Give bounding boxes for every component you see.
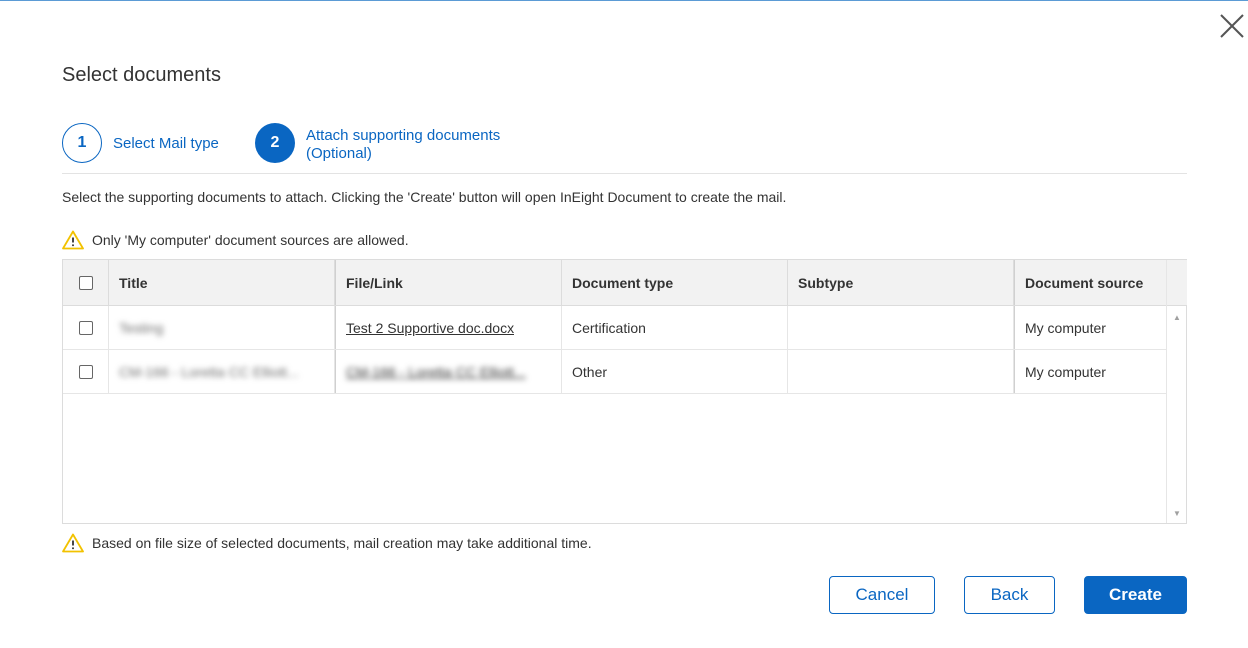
column-header-subtype[interactable]: Subtype	[788, 260, 1014, 305]
row-file-link[interactable]: CM-166 - Loretta CC Elliott...	[346, 364, 526, 380]
column-header-file-link[interactable]: File/Link	[335, 260, 562, 305]
row-title-cell: CM-166 - Loretta CC Elliott...	[109, 350, 335, 393]
step-2-number: 2	[255, 123, 295, 163]
row-document-source: My computer	[1014, 306, 1166, 349]
row-checkbox[interactable]	[78, 320, 93, 335]
row-file-cell: Test 2 Supportive doc.docx	[335, 306, 562, 349]
back-button[interactable]: Back	[964, 576, 1055, 614]
row-document-type: Other	[562, 350, 788, 393]
row-title-cell: Testing	[109, 306, 335, 349]
row-document-source: My computer	[1014, 350, 1166, 393]
row-checkbox[interactable]	[78, 364, 93, 379]
row-title: Testing	[119, 319, 164, 336]
table-row[interactable]: Testing Test 2 Supportive doc.docx Certi…	[63, 306, 1166, 350]
step-1-label: Select Mail type	[113, 135, 219, 152]
row-title: CM-166 - Loretta CC Elliott...	[119, 363, 299, 380]
scroll-up-arrow-icon[interactable]: ▲	[1172, 313, 1182, 323]
row-select-cell	[63, 350, 109, 393]
close-icon	[1220, 14, 1244, 38]
warning-triangle-icon	[62, 230, 84, 250]
row-select-cell	[63, 306, 109, 349]
table-row[interactable]: CM-166 - Loretta CC Elliott... CM-166 - …	[63, 350, 1166, 394]
column-header-document-source[interactable]: Document source	[1014, 260, 1166, 305]
table-header: Title File/Link Document type Subtype Do…	[63, 260, 1166, 306]
table-scrollbar[interactable]: ▲ ▼	[1166, 260, 1187, 523]
select-all-cell	[63, 260, 109, 305]
dialog-top-border	[0, 0, 1248, 1]
dialog-title: Select documents	[62, 64, 221, 86]
step-select-mail-type[interactable]: 1 Select Mail type	[62, 123, 219, 163]
file-size-warning: Based on file size of selected documents…	[62, 533, 592, 553]
close-button[interactable]	[1218, 12, 1246, 40]
create-button[interactable]: Create	[1084, 576, 1187, 614]
select-all-checkbox[interactable]	[78, 275, 93, 290]
step-2-label: Attach supporting documents (Optional)	[306, 127, 566, 163]
stepper: 1 Select Mail type 2 Attach supporting d…	[62, 123, 1187, 174]
scroll-down-arrow-icon[interactable]: ▼	[1172, 509, 1182, 519]
sources-warning-text: Only 'My computer' document sources are …	[92, 232, 409, 248]
column-header-document-type[interactable]: Document type	[562, 260, 788, 305]
step-attach-documents[interactable]: 2 Attach supporting documents (Optional)	[255, 123, 566, 163]
instructions-text: Select the supporting documents to attac…	[62, 189, 787, 205]
row-document-type: Certification	[562, 306, 788, 349]
file-size-warning-text: Based on file size of selected documents…	[92, 535, 592, 551]
scrollbar-header-filler	[1167, 260, 1187, 306]
row-file-cell: CM-166 - Loretta CC Elliott...	[335, 350, 562, 393]
sources-warning: Only 'My computer' document sources are …	[62, 230, 409, 250]
column-header-title[interactable]: Title	[109, 260, 335, 305]
row-subtype	[788, 350, 1014, 393]
step-2-label-line2: (Optional)	[306, 145, 372, 162]
cancel-button[interactable]: Cancel	[829, 576, 935, 614]
warning-triangle-icon	[62, 533, 84, 553]
row-subtype	[788, 306, 1014, 349]
documents-table: Title File/Link Document type Subtype Do…	[62, 259, 1187, 524]
step-2-label-line1: Attach supporting documents	[306, 127, 501, 144]
step-1-number: 1	[62, 123, 102, 163]
row-file-link[interactable]: Test 2 Supportive doc.docx	[346, 320, 514, 336]
